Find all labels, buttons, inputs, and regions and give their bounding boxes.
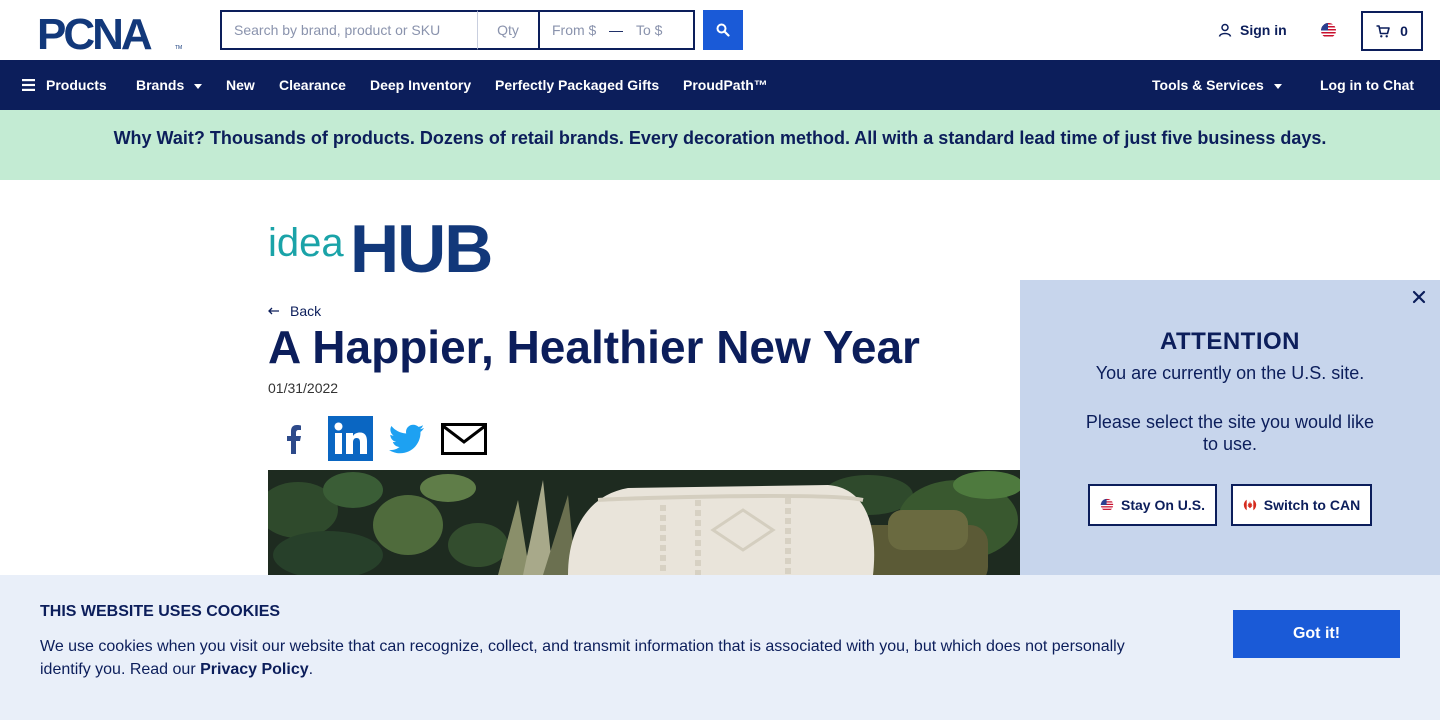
- article-hero-image: [268, 470, 1020, 575]
- stay-us-label: Stay On U.S.: [1120, 497, 1206, 513]
- site-select-dialog: ATTENTION You are currently on the U.S. …: [1020, 280, 1440, 575]
- price-from-input[interactable]: [540, 12, 608, 48]
- svg-text:TM: TM: [175, 45, 182, 51]
- nav-tools-services[interactable]: Tools & Services: [1152, 60, 1282, 110]
- cart-button[interactable]: 0: [1361, 11, 1423, 51]
- quantity-input[interactable]: [478, 10, 540, 50]
- price-range: —: [540, 10, 695, 50]
- close-icon[interactable]: [1410, 288, 1428, 306]
- promo-text: Why Wait? Thousands of products. Dozens …: [113, 127, 1327, 148]
- cookie-period: .: [308, 661, 314, 678]
- main-nav: Products Brands New Clearance Deep Inven…: [0, 60, 1440, 110]
- nav-products-label: Products: [46, 77, 107, 93]
- us-flag-icon: [1100, 498, 1114, 512]
- sign-in-label: Sign in: [1240, 22, 1287, 38]
- nav-clearance[interactable]: Clearance: [279, 60, 346, 110]
- us-flag-icon[interactable]: [1320, 22, 1337, 39]
- chevron-down-icon: [1273, 83, 1282, 89]
- attention-select-prompt: Please select the site you would like to…: [1085, 412, 1375, 454]
- cookie-banner: THIS WEBSITE USES COOKIES We use cookies…: [0, 575, 1440, 720]
- facebook-icon: [287, 424, 301, 454]
- attention-current-site: You are currently on the U.S. site.: [1095, 363, 1365, 383]
- share-facebook[interactable]: [272, 416, 314, 461]
- svg-text:PCNA: PCNA: [37, 12, 152, 52]
- share-linkedin[interactable]: [328, 416, 373, 461]
- linkedin-icon: [328, 416, 373, 461]
- cart-icon: [1376, 24, 1390, 37]
- nav-deep-inventory[interactable]: Deep Inventory: [370, 60, 471, 110]
- price-separator: —: [609, 22, 623, 38]
- search-button[interactable]: [703, 10, 743, 50]
- site-header: PCNA TM — Sign in: [0, 0, 1440, 60]
- attention-title: ATTENTION: [1159, 328, 1301, 355]
- nav-proudpath[interactable]: ProudPath™: [683, 60, 768, 110]
- promo-banner: Why Wait? Thousands of products. Dozens …: [0, 110, 1440, 180]
- arrow-left-icon: [268, 307, 279, 315]
- svg-text:HUB: HUB: [350, 212, 491, 276]
- nav-login-chat[interactable]: Log in to Chat: [1320, 60, 1414, 110]
- menu-icon: [22, 79, 35, 91]
- price-to-input[interactable]: [624, 12, 692, 48]
- user-icon: [1218, 23, 1232, 37]
- email-icon: [441, 422, 487, 455]
- sign-in-link[interactable]: Sign in: [1218, 22, 1287, 38]
- nav-brands[interactable]: Brands: [136, 60, 203, 110]
- search-bar: —: [220, 10, 695, 50]
- ideahub-logo[interactable]: idea HUB: [268, 212, 520, 276]
- canada-flag-icon: [1243, 498, 1256, 512]
- stay-us-button[interactable]: Stay On U.S.: [1088, 484, 1217, 526]
- search-icon: [716, 23, 730, 37]
- nav-brands-label: Brands: [136, 77, 185, 93]
- pcna-logo[interactable]: PCNA TM: [37, 12, 187, 52]
- nav-tools-services-label: Tools & Services: [1152, 77, 1264, 93]
- cookie-title: THIS WEBSITE USES COOKIES: [40, 603, 281, 620]
- share-twitter[interactable]: [388, 416, 426, 461]
- cookie-accept-button[interactable]: Got it!: [1233, 610, 1400, 658]
- nav-perfectly-packaged-gifts[interactable]: Perfectly Packaged Gifts: [495, 60, 659, 110]
- article-date: 01/31/2022: [268, 380, 339, 396]
- cookie-message: We use cookies when you visit our websit…: [40, 635, 1150, 681]
- share-email[interactable]: [441, 416, 487, 461]
- svg-text:idea: idea: [268, 221, 344, 265]
- nav-products[interactable]: Products: [22, 60, 107, 110]
- back-link[interactable]: Back: [268, 303, 321, 319]
- twitter-icon: [389, 424, 424, 453]
- switch-can-button[interactable]: Switch to CAN: [1231, 484, 1372, 526]
- cart-count: 0: [1400, 23, 1408, 39]
- chevron-down-icon: [194, 83, 203, 89]
- nav-new[interactable]: New: [226, 60, 255, 110]
- switch-can-label: Switch to CAN: [1263, 497, 1361, 513]
- article-title: A Happier, Healthier New Year: [268, 321, 920, 373]
- privacy-policy-link[interactable]: Privacy Policy: [200, 661, 309, 678]
- back-label: Back: [290, 303, 322, 319]
- search-input[interactable]: [220, 10, 478, 50]
